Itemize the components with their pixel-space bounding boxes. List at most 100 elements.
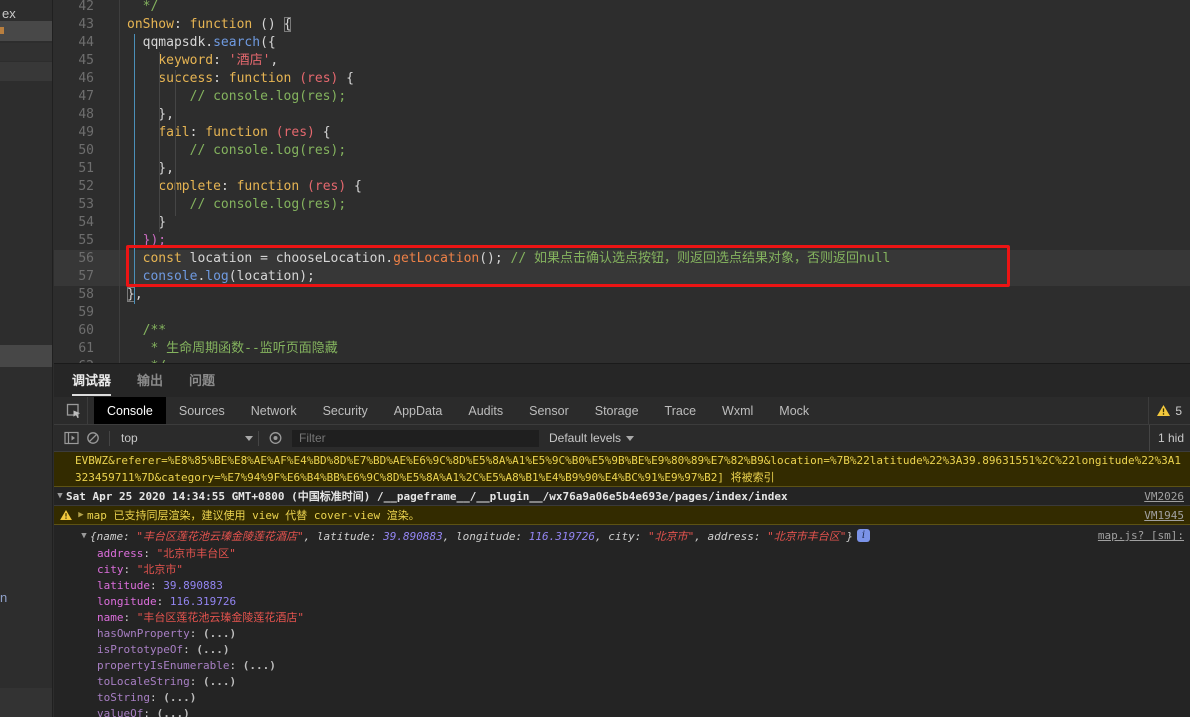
property-value[interactable]: (...): [203, 626, 236, 642]
code-text: console.log(location);: [120, 268, 315, 286]
gutter: [94, 268, 120, 286]
code-editor[interactable]: 42 */43 onShow: function () {44 qqmapsdk.…: [54, 0, 1190, 363]
code-line-61[interactable]: 61 * 生命周期函数--监听页面隐藏: [54, 340, 1190, 358]
tab-sources[interactable]: Sources: [166, 397, 238, 424]
object-property-row[interactable]: address: "北京市丰台区": [54, 546, 1190, 562]
tab-network[interactable]: Network: [238, 397, 310, 424]
context-label: top: [121, 431, 138, 445]
code-line-52[interactable]: 52 complete: function (res) {: [54, 178, 1190, 196]
log-levels-select[interactable]: Default levels: [549, 431, 635, 445]
code-line-43[interactable]: 43 onShow: function () {: [54, 16, 1190, 34]
code-line-54[interactable]: 54 }: [54, 214, 1190, 232]
info-badge-icon[interactable]: i: [857, 529, 870, 542]
object-property-row[interactable]: propertyIsEnumerable: (...): [54, 658, 1190, 674]
code-line-60[interactable]: 60 /**: [54, 322, 1190, 340]
code-line-56[interactable]: 56 const location = chooseLocation.getLo…: [54, 250, 1190, 268]
source-link[interactable]: VM2026: [1144, 490, 1190, 503]
file-tree-item-label[interactable]: ex: [2, 6, 16, 21]
object-property-row[interactable]: longitude: 116.319726: [54, 594, 1190, 610]
object-property-row[interactable]: name: "丰台区莲花池云瑧金陵莲花酒店": [54, 610, 1190, 626]
code-line-49[interactable]: 49 fail: function (res) {: [54, 124, 1190, 142]
tab-audits[interactable]: Audits: [455, 397, 516, 424]
tab-trace[interactable]: Trace: [652, 397, 710, 424]
tab-console[interactable]: Console: [94, 397, 166, 424]
code-token: success: [158, 71, 214, 86]
source-link[interactable]: map.js? [sm]:: [1098, 529, 1190, 542]
panel-tab-调试器[interactable]: 调试器: [72, 370, 112, 396]
javascript-context-select[interactable]: top: [115, 431, 253, 445]
code-token: {: [314, 125, 331, 140]
code-line-59[interactable]: 59: [54, 304, 1190, 322]
file-tree-row[interactable]: [0, 43, 52, 61]
code-line-51[interactable]: 51 },: [54, 160, 1190, 178]
code-text: fail: function (res) {: [120, 124, 331, 142]
property-value[interactable]: (...): [163, 690, 196, 706]
code-line-44[interactable]: 44 qqmapsdk.search({: [54, 34, 1190, 52]
source-link[interactable]: VM1945: [1144, 509, 1190, 522]
code-text: /**: [120, 322, 166, 340]
code-line-46[interactable]: 46 success: function (res) {: [54, 70, 1190, 88]
object-property-row[interactable]: valueOf: (...): [54, 706, 1190, 717]
line-number: 50: [78, 143, 94, 158]
object-property-row[interactable]: latitude: 39.890883: [54, 578, 1190, 594]
preview-token: 116.319726: [528, 529, 596, 543]
collapse-triangle-icon[interactable]: ▼: [78, 531, 90, 541]
tab-appdata[interactable]: AppData: [381, 397, 456, 424]
file-tree-row[interactable]: [0, 345, 52, 367]
code-text: // console.log(res);: [120, 196, 347, 214]
gutter: [94, 0, 120, 16]
file-tree-selected-row[interactable]: [0, 21, 52, 41]
code-line-50[interactable]: 50 // console.log(res);: [54, 142, 1190, 160]
collapse-triangle-icon[interactable]: ▼: [54, 491, 66, 501]
line-number: 46: [78, 71, 94, 86]
code-token: :: [213, 53, 229, 68]
code-line-45[interactable]: 45 keyword: '酒店',: [54, 52, 1190, 70]
code-line-55[interactable]: 55 });: [54, 232, 1190, 250]
code-line-48[interactable]: 48 },: [54, 106, 1190, 124]
console-warning-map[interactable]: ▶ map 已支持同层渲染，建议使用 view 代替 cover-view 渲染…: [54, 506, 1190, 525]
code-token: function: [189, 17, 253, 32]
hidden-messages-label[interactable]: 1 hid: [1148, 425, 1184, 451]
object-property-row[interactable]: isPrototypeOf: (...): [54, 642, 1190, 658]
console-log-timestamp[interactable]: ▼ Sat Apr 25 2020 14:34:55 GMT+0800 (中国标…: [54, 487, 1190, 506]
console-warning-url[interactable]: EVBWZ&referer=%E8%85%BE%E8%AE%AF%E4%BD%8…: [54, 452, 1190, 487]
object-property-row[interactable]: hasOwnProperty: (...): [54, 626, 1190, 642]
tab-sensor[interactable]: Sensor: [516, 397, 582, 424]
code-token: {: [283, 17, 292, 32]
panel-tab-输出[interactable]: 输出: [137, 370, 163, 391]
code-line-47[interactable]: 47 // console.log(res);: [54, 88, 1190, 106]
code-line-42[interactable]: 42 */: [54, 0, 1190, 16]
object-property-row[interactable]: toLocaleString: (...): [54, 674, 1190, 690]
property-value[interactable]: (...): [243, 658, 276, 674]
code-token: {: [346, 179, 362, 194]
object-property-row[interactable]: city: "北京市": [54, 562, 1190, 578]
gutter: [94, 142, 120, 160]
clear-console-icon[interactable]: [82, 431, 104, 445]
expand-triangle-icon[interactable]: ▶: [75, 510, 87, 520]
console-object-preview[interactable]: ▼ {name: "丰台区莲花池云瑧金陵莲花酒店", latitude: 39.…: [54, 525, 1190, 546]
property-value[interactable]: (...): [196, 642, 229, 658]
panel-tab-问题[interactable]: 问题: [189, 370, 215, 391]
show-console-sidebar-icon[interactable]: [60, 431, 82, 445]
tab-wxml[interactable]: Wxml: [709, 397, 766, 424]
file-tree-item-label[interactable]: n: [0, 590, 7, 605]
create-live-expression-eye-icon[interactable]: [264, 431, 286, 445]
code-token: (res): [275, 125, 315, 140]
gutter: [94, 286, 120, 304]
code-line-53[interactable]: 53 // console.log(res);: [54, 196, 1190, 214]
property-colon: :: [189, 627, 203, 640]
tab-storage[interactable]: Storage: [582, 397, 652, 424]
error-warning-summary[interactable]: 5: [1148, 397, 1190, 424]
property-value[interactable]: (...): [157, 706, 190, 717]
tab-security[interactable]: Security: [310, 397, 381, 424]
code-line-58[interactable]: 58},: [54, 286, 1190, 304]
object-property-row[interactable]: toString: (...): [54, 690, 1190, 706]
filter-input[interactable]: [292, 429, 539, 447]
file-tree-row[interactable]: [0, 62, 52, 81]
code-line-57[interactable]: 57 console.log(location);: [54, 268, 1190, 286]
tab-mock[interactable]: Mock: [766, 397, 822, 424]
chevron-down-icon: [245, 435, 253, 441]
inspect-element-icon[interactable]: [60, 397, 88, 424]
property-value[interactable]: (...): [203, 674, 236, 690]
